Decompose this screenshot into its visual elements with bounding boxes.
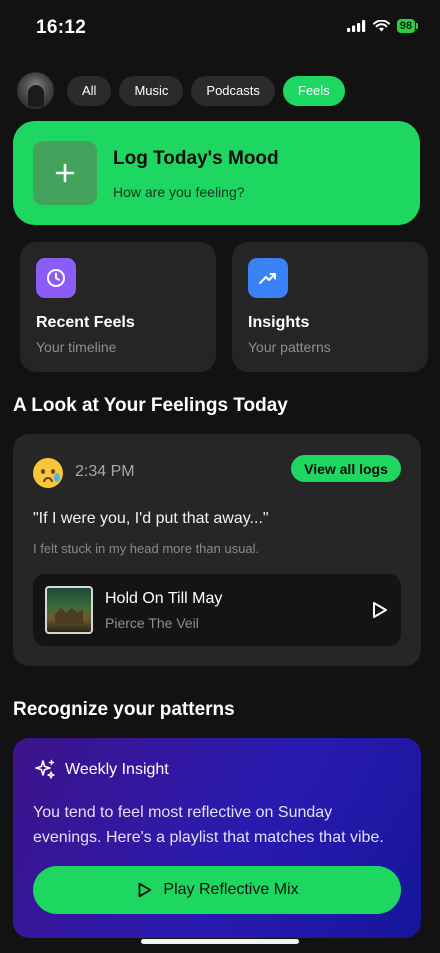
play-reflective-mix-label: Play Reflective Mix bbox=[163, 881, 299, 898]
track-title: Hold On Till May bbox=[105, 590, 223, 607]
weekly-insight-card: Weekly Insight You tend to feel most ref… bbox=[13, 738, 421, 938]
insights-title: Insights bbox=[248, 314, 310, 331]
mood-log-card: 2:34 PM View all logs "If I were you, I'… bbox=[13, 434, 421, 666]
insight-text: You tend to feel most reflective on Sund… bbox=[33, 804, 384, 846]
log-mood-subtitle: How are you feeling? bbox=[113, 184, 245, 200]
status-bar: 16:12 98 bbox=[0, 0, 440, 56]
insight-label: Weekly Insight bbox=[65, 761, 169, 778]
status-icons: 98 bbox=[346, 19, 418, 33]
recent-feels-subtitle: Your timeline bbox=[36, 339, 117, 355]
log-quote: "If I were you, I'd put that away..." bbox=[33, 510, 269, 527]
insights-subtitle: Your patterns bbox=[248, 339, 331, 355]
feelings-section-title: A Look at Your Feelings Today bbox=[13, 395, 288, 416]
cellular-signal-icon bbox=[346, 20, 365, 32]
filter-chip-all[interactable]: All bbox=[67, 75, 112, 106]
recent-feels-tile[interactable]: Recent Feels Your timeline bbox=[20, 242, 216, 372]
wifi-icon bbox=[372, 20, 390, 32]
home-indicator[interactable] bbox=[141, 939, 299, 944]
log-mood-title: Log Today's Mood bbox=[113, 148, 279, 169]
patterns-section-title: Recognize your patterns bbox=[13, 699, 235, 720]
play-icon bbox=[139, 882, 152, 898]
filter-chip-feels[interactable]: Feels bbox=[282, 75, 345, 106]
play-reflective-mix-button[interactable]: Play Reflective Mix bbox=[33, 866, 401, 914]
trending-up-icon bbox=[248, 258, 288, 298]
recent-feels-title: Recent Feels bbox=[36, 314, 135, 331]
log-note: I felt stuck in my head more than usual. bbox=[33, 541, 260, 556]
track-row[interactable]: Hold On Till May Pierce The Veil bbox=[33, 574, 401, 646]
filter-chip-music[interactable]: Music bbox=[119, 75, 184, 106]
clock-icon bbox=[36, 258, 76, 298]
log-mood-card[interactable]: Log Today's Mood How are you feeling? bbox=[13, 121, 420, 225]
plus-icon bbox=[33, 141, 97, 205]
album-art bbox=[45, 586, 93, 634]
play-icon[interactable] bbox=[369, 600, 389, 620]
sparkles-icon bbox=[35, 759, 55, 779]
battery-icon: 98 bbox=[396, 19, 418, 33]
battery-cap bbox=[416, 23, 418, 29]
view-all-logs-button[interactable]: View all logs bbox=[291, 455, 401, 482]
battery-level: 98 bbox=[396, 19, 415, 33]
crying-face-icon bbox=[33, 458, 63, 488]
track-artist: Pierce The Veil bbox=[105, 615, 199, 631]
insights-tile[interactable]: Insights Your patterns bbox=[232, 242, 428, 372]
status-time: 16:12 bbox=[36, 17, 87, 38]
filter-row: All Music Podcasts Feels bbox=[17, 72, 345, 109]
filter-chip-podcasts[interactable]: Podcasts bbox=[191, 75, 275, 106]
log-time: 2:34 PM bbox=[75, 463, 135, 480]
avatar[interactable] bbox=[17, 72, 54, 109]
insight-header: Weekly Insight bbox=[33, 758, 169, 782]
